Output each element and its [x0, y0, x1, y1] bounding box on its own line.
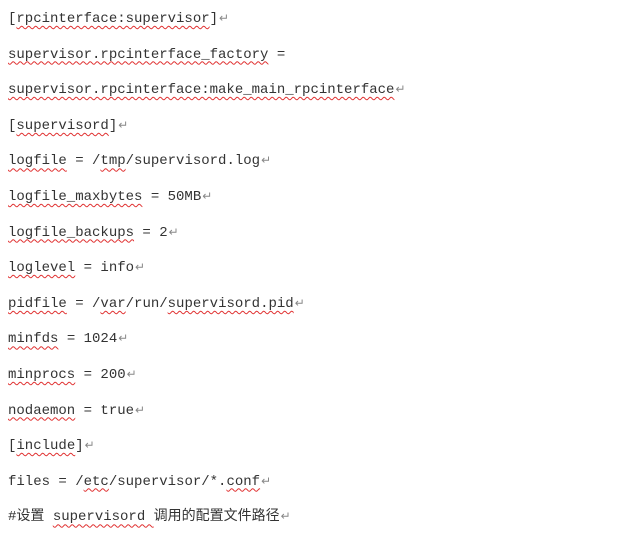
- return-icon: ↵: [281, 510, 291, 524]
- spellcheck-word: rpcinterface:supervisor: [16, 11, 209, 27]
- return-icon: ↵: [169, 226, 179, 240]
- return-icon: ↵: [219, 12, 229, 26]
- spellcheck-word: pidfile: [8, 296, 67, 312]
- config-line: loglevel = info↵: [8, 259, 632, 279]
- config-line: minprocs = 200↵: [8, 366, 632, 386]
- text: = /: [67, 153, 101, 169]
- config-line: files = /etc/supervisor/*.conf↵: [8, 473, 632, 493]
- return-icon: ↵: [127, 368, 137, 382]
- config-line: [supervisord]↵: [8, 117, 632, 137]
- text: = 2: [134, 225, 168, 241]
- return-icon: ↵: [261, 154, 271, 168]
- spellcheck-word: supervisor.rpcinterface:make_main_rpcint…: [8, 82, 394, 98]
- text: #设置: [8, 509, 53, 525]
- spellcheck-word: minprocs: [8, 367, 75, 383]
- spellcheck-word: etc: [84, 474, 109, 490]
- spellcheck-word: logfile: [8, 153, 67, 169]
- text: = 50MB: [142, 189, 201, 205]
- return-icon: ↵: [118, 119, 128, 133]
- config-line: pidfile = /var/run/supervisord.pid↵: [8, 295, 632, 315]
- text: = info: [75, 260, 134, 276]
- text: = /: [67, 296, 101, 312]
- spellcheck-word: var: [100, 296, 125, 312]
- spellcheck-word: conf: [226, 474, 260, 490]
- return-icon: ↵: [202, 190, 212, 204]
- spellcheck-word: loglevel: [8, 260, 75, 276]
- text: ]: [210, 11, 218, 27]
- config-document: [rpcinterface:supervisor]↵ supervisor.rp…: [0, 0, 640, 542]
- spellcheck-word: supervisord: [53, 509, 154, 525]
- text: = true: [75, 403, 134, 419]
- text: /supervisor/*.: [109, 474, 227, 490]
- text: = /: [50, 474, 84, 490]
- spellcheck-word: logfile_maxbytes: [8, 189, 142, 205]
- spellcheck-word: tmp: [100, 153, 125, 169]
- text: files: [8, 474, 50, 490]
- config-line: supervisor.rpcinterface:make_main_rpcint…: [8, 81, 632, 101]
- text: =: [268, 47, 285, 63]
- spellcheck-word: minfds: [8, 331, 58, 347]
- spellcheck-word: logfile_backups: [8, 225, 134, 241]
- config-line: [rpcinterface:supervisor]↵: [8, 10, 632, 30]
- return-icon: ↵: [261, 475, 271, 489]
- config-line: logfile = /tmp/supervisord.log↵: [8, 152, 632, 172]
- config-line: minfds = 1024↵: [8, 330, 632, 350]
- text: ]: [109, 118, 117, 134]
- text: /supervisord.log: [126, 153, 260, 169]
- config-line: #设置 supervisord 调用的配置文件路径↵: [8, 508, 632, 528]
- config-line: [include]↵: [8, 437, 632, 457]
- return-icon: ↵: [395, 83, 405, 97]
- config-line: supervisor.rpcinterface_factory =: [8, 46, 632, 66]
- spellcheck-word: supervisord: [16, 118, 108, 134]
- text: /run/: [126, 296, 168, 312]
- spellcheck-word: supervisor.rpcinterface_factory: [8, 47, 268, 63]
- return-icon: ↵: [85, 439, 95, 453]
- spellcheck-word: include: [16, 438, 75, 454]
- text: = 200: [75, 367, 125, 383]
- config-line: logfile_maxbytes = 50MB↵: [8, 188, 632, 208]
- return-icon: ↵: [295, 297, 305, 311]
- config-line: nodaemon = true↵: [8, 402, 632, 422]
- spellcheck-word: nodaemon: [8, 403, 75, 419]
- return-icon: ↵: [135, 404, 145, 418]
- return-icon: ↵: [135, 261, 145, 275]
- config-line: logfile_backups = 2↵: [8, 224, 632, 244]
- text: ]: [75, 438, 83, 454]
- text: = 1024: [58, 331, 117, 347]
- return-icon: ↵: [118, 332, 128, 346]
- text: 调用的配置文件路径: [154, 509, 280, 525]
- spellcheck-word: supervisord.pid: [168, 296, 294, 312]
